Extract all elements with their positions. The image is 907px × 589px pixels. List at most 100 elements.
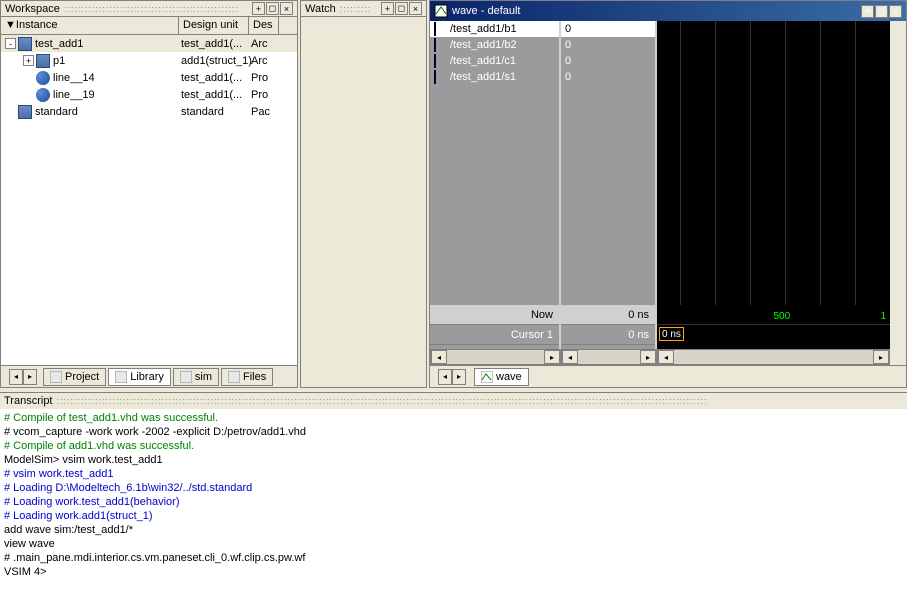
diamond-icon [434, 55, 446, 67]
signal-name: /test_add1/b2 [450, 39, 517, 51]
wave-icon [434, 4, 448, 18]
workspace-tabs: ◂ ▸ Project Library sim Files [1, 365, 297, 387]
signal-value[interactable]: 0 [561, 37, 655, 53]
watch-dock-button[interactable]: ◻ [395, 2, 408, 15]
design-unit: add1(struct_1) [179, 55, 249, 67]
design-unit: test_add1(... [179, 89, 249, 101]
signal-row[interactable]: /test_add1/s1 [430, 69, 559, 85]
design-desc: Pro [249, 72, 279, 84]
signal-value[interactable]: 0 [561, 53, 655, 69]
tab-label: sim [195, 371, 212, 383]
transcript-line: view wave [4, 537, 903, 551]
add-button[interactable]: + [252, 2, 265, 15]
transcript-line: VSIM 4> [4, 565, 903, 579]
process-icon [36, 71, 50, 85]
tree-row[interactable]: -test_add1test_add1(...Arc [1, 35, 297, 52]
transcript-line: # Compile of add1.vhd was successful. [4, 439, 903, 453]
tabs-scroll-left[interactable]: ◂ [9, 369, 23, 385]
names-scroll-left[interactable]: ◂ [431, 350, 447, 364]
names-scroll-right[interactable]: ▸ [544, 350, 560, 364]
tree-row[interactable]: standardstandardPac [1, 103, 297, 120]
watch-add-button[interactable]: + [381, 2, 394, 15]
transcript-line: # Loading D:\Modeltech_6.1b\win32/../std… [4, 481, 903, 495]
transcript-line: # .main_pane.mdi.interior.cs.vm.paneset.… [4, 551, 903, 565]
tabs-scroll-right[interactable]: ▸ [23, 369, 37, 385]
entity-icon [18, 37, 32, 51]
design-desc: Arc [249, 55, 279, 67]
signal-value[interactable]: 0 [561, 69, 655, 85]
wave-plot[interactable] [657, 21, 890, 305]
wave-dock-button[interactable]: ◻ [875, 5, 888, 18]
transcript-line: # vsim work.test_add1 [4, 467, 903, 481]
project-icon [50, 371, 62, 383]
tree-row[interactable]: line__19 test_add1(...Pro [1, 86, 297, 103]
transcript-line: # Compile of test_add1.vhd was successfu… [4, 411, 903, 425]
design-desc: Pro [249, 89, 279, 101]
instance-name: test_add1 [35, 38, 83, 50]
cursor-value: 0 ns [561, 325, 655, 345]
watch-close-button[interactable]: × [409, 2, 422, 15]
transcript-line: # Loading work.add1(struct_1) [4, 509, 903, 523]
expander-icon[interactable]: - [5, 38, 16, 49]
col-instance[interactable]: ▼Instance [1, 17, 179, 34]
signal-row[interactable]: /test_add1/b1 [430, 21, 559, 37]
wave-close-button[interactable]: × [889, 5, 902, 18]
instance-name: line__14 [53, 72, 95, 84]
watch-title: Watch [305, 3, 336, 15]
library-icon [115, 371, 127, 383]
wave-signal-names[interactable]: /test_add1/b1/test_add1/b2/test_add1/c1 /… [430, 21, 561, 305]
tab-label: Project [65, 371, 99, 383]
signal-row[interactable]: /test_add1/b2 [430, 37, 559, 53]
signal-value[interactable]: 0 [561, 21, 655, 37]
plot-scroll-right[interactable]: ▸ [873, 350, 889, 364]
expander-icon[interactable]: + [23, 55, 34, 66]
design-unit: test_add1(... [179, 72, 249, 84]
wave-add-button[interactable]: + [861, 5, 874, 18]
wave-tabs-right[interactable]: ▸ [452, 369, 466, 385]
signal-name: /test_add1/c1 [450, 55, 516, 67]
close-button[interactable]: × [280, 2, 293, 15]
design-unit: standard [179, 106, 249, 118]
vals-scroll-right[interactable]: ▸ [640, 350, 656, 364]
wave-panel: wave - default + ◻ × /test_add1/b1/test_… [429, 0, 907, 388]
cursor-label[interactable]: Cursor 1 [430, 325, 559, 345]
workspace-title: Workspace [5, 3, 60, 15]
col-desc[interactable]: Des [249, 17, 279, 34]
tab-project[interactable]: Project [43, 368, 106, 386]
transcript-line: # Loading work.test_add1(behavior) [4, 495, 903, 509]
sim-icon [180, 371, 192, 383]
tab-wave[interactable]: wave [474, 368, 529, 386]
tree-row[interactable]: +p1add1(struct_1)Arc [1, 52, 297, 69]
process-icon [36, 88, 50, 102]
transcript-body[interactable]: # Compile of test_add1.vhd was successfu… [0, 409, 907, 589]
design-desc: Pac [249, 106, 279, 118]
plot-scroll-left[interactable]: ◂ [658, 350, 674, 364]
diamond-icon [434, 23, 446, 35]
signal-row[interactable]: /test_add1/c1 [430, 53, 559, 69]
workspace-header: Workspace ::::::::::::::::::::::::::::::… [1, 1, 297, 17]
wave-titlebar: wave - default + ◻ × [430, 1, 906, 21]
wave-ruler[interactable]: 500 1 0 ns [657, 305, 890, 349]
instance-name: line__19 [53, 89, 95, 101]
vals-scroll-left[interactable]: ◂ [562, 350, 578, 364]
signal-name: /test_add1/s1 [450, 71, 516, 83]
dock-button[interactable]: ◻ [266, 2, 279, 15]
cursor-position[interactable]: 0 ns [659, 327, 684, 341]
tab-library[interactable]: Library [108, 368, 171, 386]
wave-tab-icon [481, 371, 493, 383]
header-dots: ::::::::::::::::::::::::::::::::::::::::… [64, 4, 252, 14]
transcript-line: ModelSim> vsim work.test_add1 [4, 453, 903, 467]
tab-label: Library [130, 371, 164, 383]
transcript-panel: Transcript :::::::::::::::::::::::::::::… [0, 392, 907, 589]
wave-signal-values[interactable]: 0000 [561, 21, 657, 305]
diamond-icon [434, 71, 446, 83]
tab-files[interactable]: Files [221, 368, 273, 386]
signal-name: /test_add1/b1 [450, 23, 517, 35]
wave-tabs-left[interactable]: ◂ [438, 369, 452, 385]
col-design-unit[interactable]: Design unit [179, 17, 249, 34]
tree-row[interactable]: line__14 test_add1(...Pro [1, 69, 297, 86]
transcript-title: Transcript [4, 395, 53, 407]
design-desc: Arc [249, 38, 279, 50]
wave-vscroll[interactable] [890, 21, 906, 305]
tab-sim[interactable]: sim [173, 368, 219, 386]
